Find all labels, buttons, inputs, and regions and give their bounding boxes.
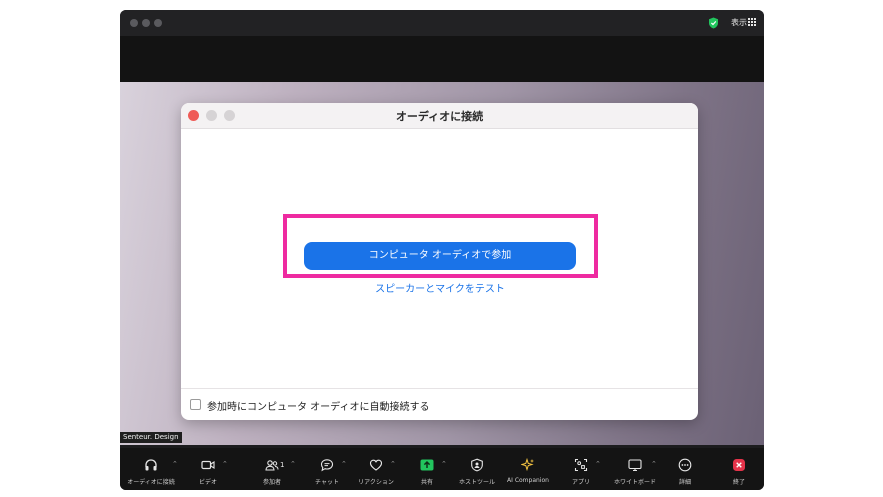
sparkle-icon [521, 458, 534, 472]
toolbar-chat-button[interactable]: チャット [315, 448, 339, 490]
heart-icon [369, 459, 383, 471]
chat-icon [320, 459, 334, 472]
share-arrow-icon [420, 459, 434, 471]
toolbar-audio-button[interactable]: オーディオに接続 [127, 448, 175, 490]
share-caret-icon[interactable]: ⌃ [441, 460, 447, 468]
audio-caret-icon[interactable]: ⌃ [172, 460, 178, 468]
apps-caret-icon[interactable]: ⌃ [595, 460, 601, 468]
toolbar-host-tools-button[interactable]: ホストツール [459, 448, 495, 490]
view-grid-icon[interactable] [748, 18, 756, 26]
shield-icon [471, 458, 483, 472]
toolbar-ai-companion-button[interactable]: AI Companion [507, 448, 549, 490]
participant-count: 1 [280, 461, 285, 469]
participant-name-tag: Senteur. Design [120, 432, 182, 443]
auto-join-checkbox[interactable] [190, 399, 201, 410]
dialog-title: オーディオに接続 [395, 110, 484, 123]
window-titlebar: 表示 [120, 10, 764, 36]
participants-icon [265, 460, 279, 471]
toolbar-more-button[interactable]: 詳細 [673, 448, 697, 490]
auto-join-label[interactable]: 参加時にコンピュータ オーディオに自動接続する [207, 398, 429, 413]
view-label[interactable]: 表示 [731, 17, 747, 29]
toolbar-video-button[interactable]: ビデオ [197, 448, 219, 490]
join-computer-audio-button[interactable]: コンピュータ オーディオで参加 [304, 242, 576, 270]
window-close-dot[interactable] [130, 19, 138, 27]
headphones-icon [145, 459, 157, 471]
participants-caret-icon[interactable]: ⌃ [290, 460, 296, 468]
toolbar-end-label: 終了 [732, 479, 745, 486]
test-speaker-mic-link[interactable]: スピーカーとマイクをテスト [330, 280, 550, 295]
dialog-divider [181, 388, 698, 389]
toolbar-participants-button[interactable]: 参加者 [260, 448, 284, 490]
toolbar-end-button[interactable]: 終了 [727, 448, 751, 490]
toolbar-apps-button[interactable]: アプリ [570, 448, 592, 490]
whiteboard-icon [628, 459, 642, 472]
reactions-caret-icon[interactable]: ⌃ [390, 460, 396, 468]
toolbar-reactions-button[interactable]: リアクション [358, 448, 394, 490]
chat-caret-icon[interactable]: ⌃ [341, 460, 347, 468]
meeting-toolbar: オーディオに接続 ⌃ ビデオ ⌃ 参加者 1 ⌃ チャット ⌃ リアクション ⌃… [120, 448, 764, 490]
top-strip [120, 36, 764, 82]
dialog-titlebar: オーディオに接続 [181, 103, 698, 129]
security-shield-icon[interactable] [708, 17, 719, 29]
video-camera-icon [201, 460, 215, 470]
apps-icon [574, 458, 588, 472]
end-icon [733, 459, 745, 471]
whiteboard-caret-icon[interactable]: ⌃ [651, 460, 657, 468]
toolbar-video-label: ビデオ [198, 479, 217, 486]
window-zoom-dot[interactable] [154, 19, 162, 27]
window-minimize-dot[interactable] [142, 19, 150, 27]
toolbar-share-button[interactable]: 共有 [416, 448, 438, 490]
toolbar-whiteboard-button[interactable]: ホワイトボード [614, 448, 656, 490]
more-icon [678, 458, 692, 472]
video-caret-icon[interactable]: ⌃ [222, 460, 228, 468]
toolbar-audio-label: オーディオに接続 [127, 479, 175, 486]
